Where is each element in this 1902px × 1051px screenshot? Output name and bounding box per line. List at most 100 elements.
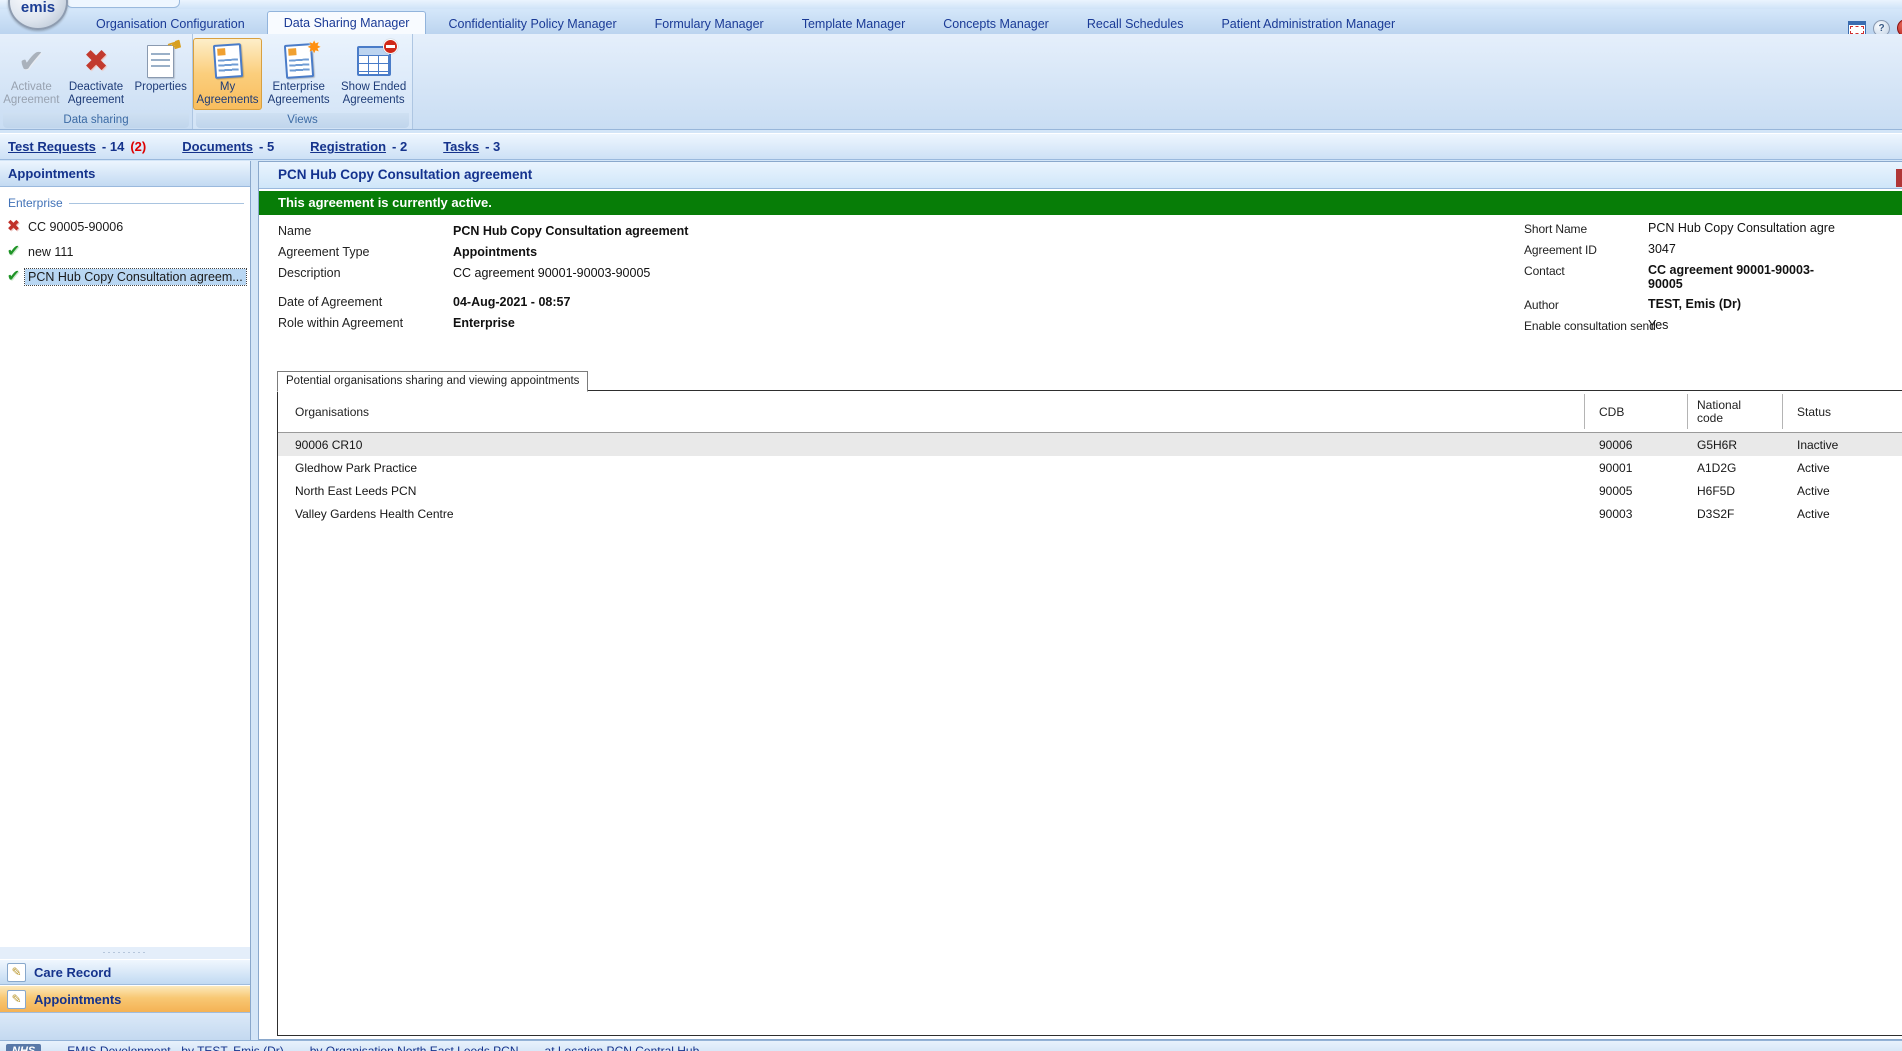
- tab-organisation-configuration[interactable]: Organisation Configuration: [80, 13, 261, 34]
- detail-label: Name: [278, 224, 453, 238]
- gray-check-icon: ✔: [2, 41, 61, 81]
- my-agreements-button[interactable]: My Agreements: [193, 38, 262, 110]
- detail-value: 3047: [1648, 243, 1902, 257]
- status-bar: NHS EMIS Development - by TEST, Emis (Dr…: [0, 1040, 1902, 1051]
- cell-national-code: H6F5D: [1697, 479, 1735, 502]
- tab-confidentiality-policy-manager[interactable]: Confidentiality Policy Manager: [432, 13, 632, 34]
- tab-formulary-manager[interactable]: Formulary Manager: [639, 13, 780, 34]
- agreement-details-right: Short Name PCN Hub Copy Consultation agr…: [1524, 222, 1902, 340]
- ribbon-tabs: Organisation Configuration Data Sharing …: [80, 9, 1411, 34]
- button-label-line1: My: [220, 81, 235, 93]
- status-location-text: at Location PCN Central Hub: [545, 1044, 700, 1051]
- table-row[interactable]: 90006 CR10 90006 G5H6R Inactive: [278, 433, 1902, 456]
- agreement-item-pcn-hub-copy[interactable]: ✔ PCN Hub Copy Consultation agreem...: [0, 264, 250, 289]
- agreements-sidebar: Appointments Enterprise ✖ CC 90005-90006…: [0, 161, 251, 1040]
- tab-patient-administration-manager[interactable]: Patient Administration Manager: [1205, 13, 1411, 34]
- button-label-line2: Agreement: [3, 94, 59, 106]
- sidebar-section-enterprise: Enterprise: [8, 196, 244, 210]
- enterprise-agreements-button[interactable]: ✸ Enterprise Agreements: [264, 38, 333, 110]
- nav-care-record[interactable]: ✎ Care Record: [0, 959, 250, 985]
- detail-value: Appointments: [453, 245, 537, 259]
- button-label-line1: Enterprise: [272, 81, 324, 93]
- agreement-title: PCN Hub Copy Consultation agreement: [259, 162, 1902, 189]
- agreement-item-cc-90005-90006[interactable]: ✖ CC 90005-90006: [0, 214, 250, 239]
- content-area: Appointments Enterprise ✖ CC 90005-90006…: [0, 161, 1902, 1040]
- detail-row-role-within-agreement: Role within Agreement Enterprise: [278, 316, 998, 330]
- detail-value: TEST, Emis (Dr): [1648, 298, 1902, 312]
- table-row[interactable]: Valley Gardens Health Centre 90003 D3S2F…: [278, 502, 1902, 525]
- ribbon-toolbar: ✔ Activate Agreement ✖ Deactivate Agreem…: [0, 34, 1902, 130]
- column-header-organisations[interactable]: Organisations: [295, 391, 369, 432]
- nav-label: Appointments: [34, 992, 121, 1007]
- link-tasks[interactable]: Tasks - 3: [443, 139, 500, 154]
- detail-row-enable-consultation-send: Enable consultation send Yes: [1524, 319, 1902, 333]
- cell-status: Active: [1797, 502, 1830, 525]
- detail-value: 04-Aug-2021 - 08:57: [453, 295, 570, 309]
- column-header-cdb[interactable]: CDB: [1599, 391, 1624, 432]
- column-separator: [1687, 394, 1688, 429]
- organisations-table: Organisations CDB National code Status 9…: [277, 390, 1902, 1036]
- link-label[interactable]: Test Requests: [8, 139, 96, 154]
- button-label-line2: Agreement: [68, 94, 124, 106]
- ribbon-buttons: ✔ Activate Agreement ✖ Deactivate Agreem…: [0, 34, 192, 110]
- ribbon-group-label: Data sharing: [3, 113, 189, 128]
- ended-agreements-grid-icon: [337, 41, 410, 81]
- ribbon-group-views: My Agreements ✸ Enterprise Agreements Sh…: [193, 34, 413, 129]
- red-x-icon: ✖: [2, 219, 25, 235]
- link-label[interactable]: Documents: [182, 139, 253, 154]
- sidebar-filler: [0, 1013, 250, 1040]
- detail-row-date-of-agreement: Date of Agreement 04-Aug-2021 - 08:57: [278, 295, 998, 309]
- tab-concepts-manager[interactable]: Concepts Manager: [927, 13, 1065, 34]
- button-label-line1: Deactivate: [69, 81, 123, 93]
- deactivate-agreement-button[interactable]: ✖ Deactivate Agreement: [65, 38, 128, 110]
- show-ended-agreements-button[interactable]: Show Ended Agreements: [335, 38, 412, 110]
- detail-row-author: Author TEST, Emis (Dr): [1524, 298, 1902, 312]
- notification-links-bar: Test Requests - 14 (2) Documents - 5 Reg…: [0, 133, 1902, 160]
- cell-cdb: 90001: [1599, 456, 1632, 479]
- activate-agreement-button[interactable]: ✔ Activate Agreement: [0, 38, 63, 110]
- detail-value: PCN Hub Copy Consultation agreement: [453, 224, 688, 238]
- link-label[interactable]: Tasks: [443, 139, 479, 154]
- table-row[interactable]: Gledhow Park Practice 90001 A1D2G Active: [278, 456, 1902, 479]
- link-count: - 3: [485, 139, 500, 154]
- button-label-line1: Activate: [11, 81, 52, 93]
- link-registration[interactable]: Registration - 2: [310, 139, 407, 154]
- active-status-banner: This agreement is currently active.: [259, 191, 1902, 215]
- quick-access-toolbar[interactable]: [66, 0, 180, 8]
- cell-cdb: 90005: [1599, 479, 1632, 502]
- detail-row-agreement-id: Agreement ID 3047: [1524, 243, 1902, 257]
- link-test-requests[interactable]: Test Requests - 14 (2): [8, 139, 146, 154]
- cell-national-code: G5H6R: [1697, 433, 1737, 456]
- ribbon-buttons: My Agreements ✸ Enterprise Agreements Sh…: [193, 34, 412, 110]
- cell-organisation: Gledhow Park Practice: [295, 456, 417, 479]
- link-documents[interactable]: Documents - 5: [182, 139, 274, 154]
- tab-data-sharing-manager[interactable]: Data Sharing Manager: [267, 11, 427, 35]
- tab-potential-organisations[interactable]: Potential organisations sharing and view…: [277, 371, 588, 392]
- tab-recall-schedules[interactable]: Recall Schedules: [1071, 13, 1200, 34]
- nhs-logo: NHS: [6, 1044, 41, 1051]
- detail-row-contact: Contact CC agreement 90001-90003-90005: [1524, 264, 1902, 291]
- cell-cdb: 90006: [1599, 433, 1632, 456]
- properties-button[interactable]: ☚ Properties: [129, 38, 192, 110]
- detail-label: Role within Agreement: [278, 316, 453, 330]
- cell-organisation: Valley Gardens Health Centre: [295, 502, 454, 525]
- link-label[interactable]: Registration: [310, 139, 386, 154]
- properties-document-icon: ☚: [131, 41, 190, 81]
- button-label-line1: Show Ended: [341, 81, 406, 93]
- section-label: Enterprise: [8, 196, 63, 210]
- agreement-item-label: CC 90005-90006: [25, 219, 126, 235]
- table-row[interactable]: North East Leeds PCN 90005 H6F5D Active: [278, 479, 1902, 502]
- sidebar-bottom-nav: ✎ Care Record ✎ Appointments: [0, 947, 250, 1040]
- tab-template-manager[interactable]: Template Manager: [786, 13, 922, 34]
- cell-cdb: 90003: [1599, 502, 1632, 525]
- nav-appointments[interactable]: ✎ Appointments: [0, 985, 250, 1013]
- column-header-national-code[interactable]: National code: [1697, 391, 1755, 432]
- splitter-handle[interactable]: [0, 947, 250, 959]
- button-label-line2: Agreements: [343, 94, 405, 106]
- column-header-status[interactable]: Status: [1797, 391, 1831, 432]
- link-count: - 14: [102, 139, 124, 154]
- agreement-item-new-111[interactable]: ✔ new 111: [0, 239, 250, 264]
- cell-status: Active: [1797, 456, 1830, 479]
- link-alert-count: (2): [130, 139, 146, 154]
- link-count: - 2: [392, 139, 407, 154]
